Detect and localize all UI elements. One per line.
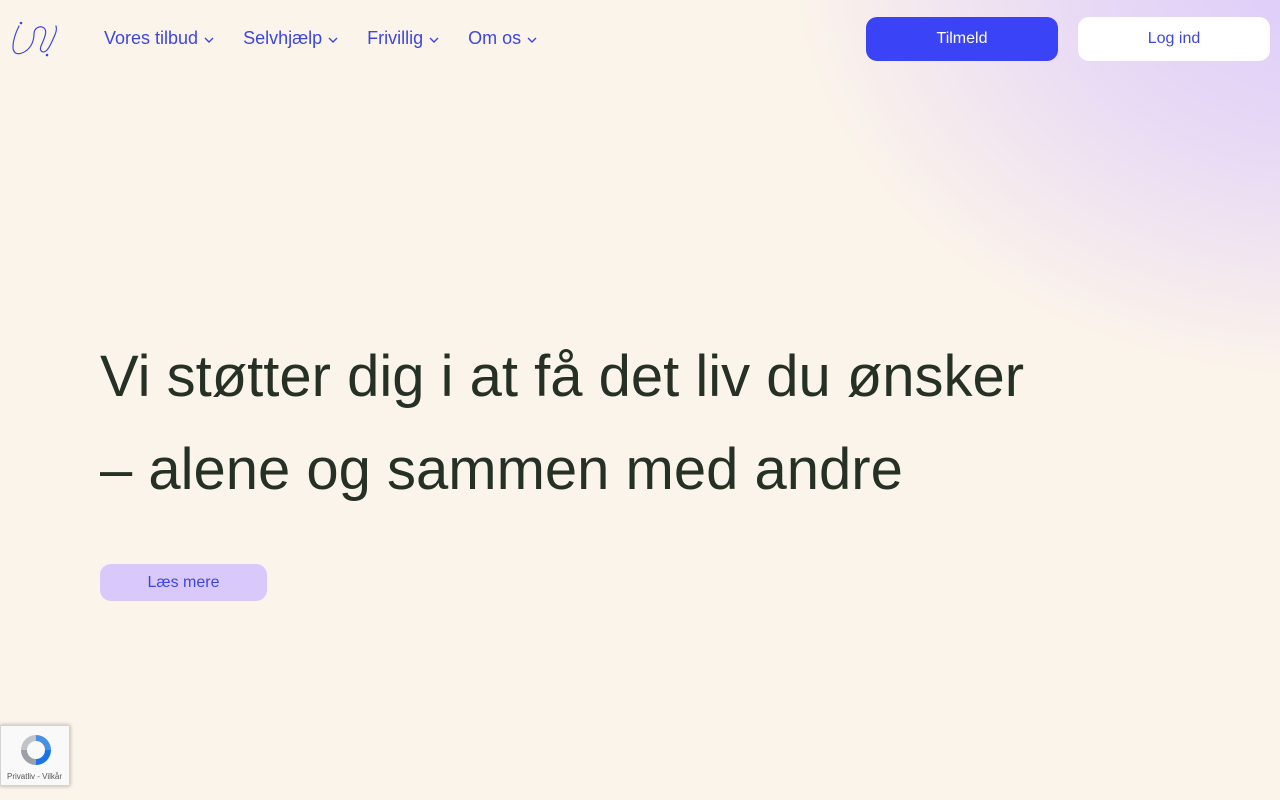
nav-vores-tilbud[interactable]: Vores tilbud xyxy=(104,28,215,49)
nav-om-os[interactable]: Om os xyxy=(468,28,538,49)
nav-label: Frivillig xyxy=(367,28,424,48)
signup-button[interactable]: Tilmeld xyxy=(866,17,1058,61)
recaptcha-links: Privatliv - Vilkår xyxy=(7,772,62,781)
scribble-logo-icon xyxy=(12,21,57,57)
site-logo[interactable] xyxy=(10,20,62,58)
nav-frivillig[interactable]: Frivillig xyxy=(367,28,440,49)
recaptcha-privacy-link[interactable]: Privatliv xyxy=(7,772,35,781)
chevron-down-icon xyxy=(429,37,439,43)
main-navigation: Vores tilbud Selvhjælp Frivillig Om os xyxy=(104,28,566,49)
read-more-button[interactable]: Læs mere xyxy=(100,564,267,601)
login-button[interactable]: Log ind xyxy=(1078,17,1270,61)
recaptcha-badge[interactable]: Privatliv - Vilkår xyxy=(0,725,70,786)
nav-selvhjaelp[interactable]: Selvhjælp xyxy=(243,28,339,49)
hero-title: Vi støtter dig i at få det liv du ønsker… xyxy=(100,330,1120,516)
nav-label: Selvhjælp xyxy=(243,28,323,48)
nav-label: Vores tilbud xyxy=(104,28,199,48)
recaptcha-terms-link[interactable]: Vilkår xyxy=(42,772,62,781)
chevron-down-icon xyxy=(328,37,338,43)
recaptcha-icon xyxy=(21,735,51,765)
nav-label: Om os xyxy=(468,28,522,48)
chevron-down-icon xyxy=(527,37,537,43)
chevron-down-icon xyxy=(204,37,214,43)
hero-title-line-2: – alene og sammen med andre xyxy=(100,437,903,502)
site-header: Vores tilbud Selvhjælp Frivillig Om os T… xyxy=(0,0,1280,78)
hero-title-line-1: Vi støtter dig i at få det liv du ønsker xyxy=(100,344,1025,409)
